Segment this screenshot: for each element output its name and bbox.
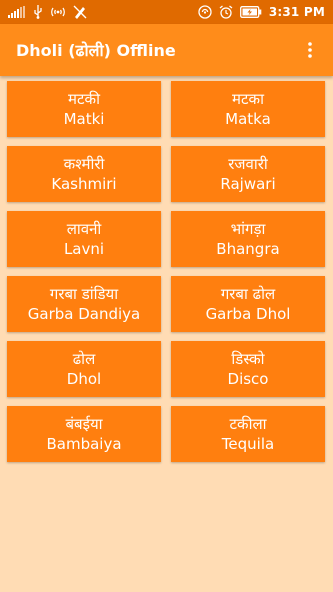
tile-english-label: Garba Dandiya — [27, 304, 141, 323]
tile-english-label: Bambaiya — [46, 434, 122, 453]
tile-english-label: Tequila — [221, 434, 275, 453]
tile-hindi-label: बंबईया — [65, 414, 103, 433]
tile-english-label: Rajwari — [220, 174, 276, 193]
tile-hindi-label: लावनी — [66, 219, 102, 238]
more-vert-icon[interactable] — [301, 38, 319, 62]
signal-icon — [8, 6, 25, 18]
hotspot-icon — [51, 7, 65, 17]
status-bar: 3:31 PM — [0, 0, 333, 24]
tile-english-label: Kashmiri — [51, 174, 117, 193]
tile-garba-dhol[interactable]: गरबा ढोल Garba Dhol — [171, 276, 325, 332]
tile-disco[interactable]: डिस्को Disco — [171, 341, 325, 397]
status-time: 3:31 PM — [268, 5, 325, 19]
tile-english-label: Garba Dhol — [205, 304, 291, 323]
app-title: Dholi (ढोली) Offline — [16, 41, 176, 60]
tile-hindi-label: मटकी — [68, 89, 100, 108]
status-right-icons: 3:31 PM — [198, 5, 325, 19]
no-sim-icon — [73, 5, 87, 19]
tile-hindi-label: मटका — [232, 89, 264, 108]
tile-bhangra[interactable]: भांगड़ा Bhangra — [171, 211, 325, 267]
rhythm-grid: मटकी Matki मटका Matka कश्मीरी Kashmiri र… — [7, 81, 326, 462]
app-bar: Dholi (ढोली) Offline — [0, 24, 333, 76]
tile-english-label: Bhangra — [216, 239, 280, 258]
tile-lavni[interactable]: लावनी Lavni — [7, 211, 161, 267]
tile-hindi-label: गरबा डांडिया — [49, 284, 119, 303]
tile-english-label: Disco — [227, 369, 269, 388]
tile-hindi-label: गरबा ढोल — [220, 284, 276, 303]
alarm-icon — [219, 5, 233, 19]
tile-english-label: Lavni — [63, 239, 105, 258]
tile-english-label: Matka — [225, 109, 271, 128]
tile-hindi-label: रजवारी — [228, 154, 268, 173]
tile-tequila[interactable]: टकीला Tequila — [171, 406, 325, 462]
tile-kashmiri[interactable]: कश्मीरी Kashmiri — [7, 146, 161, 202]
battery-charging-icon — [239, 6, 262, 18]
tile-hindi-label: भांगड़ा — [230, 219, 266, 238]
tile-hindi-label: ढोल — [72, 349, 96, 368]
usb-icon — [34, 5, 42, 19]
tile-dhol[interactable]: ढोल Dhol — [7, 341, 161, 397]
tile-hindi-label: टकीला — [229, 414, 267, 433]
tile-rajwari[interactable]: रजवारी Rajwari — [171, 146, 325, 202]
tile-matki[interactable]: मटकी Matki — [7, 81, 161, 137]
tile-garba-dandiya[interactable]: गरबा डांडिया Garba Dandiya — [7, 276, 161, 332]
tile-english-label: Dhol — [66, 369, 102, 388]
tile-hindi-label: डिस्को — [231, 349, 265, 368]
nfc-icon — [198, 5, 212, 19]
tile-hindi-label: कश्मीरी — [63, 154, 105, 173]
tile-bambaiya[interactable]: बंबईया Bambaiya — [7, 406, 161, 462]
status-left-icons — [8, 5, 87, 19]
tile-matka[interactable]: मटका Matka — [171, 81, 325, 137]
tile-english-label: Matki — [63, 109, 105, 128]
